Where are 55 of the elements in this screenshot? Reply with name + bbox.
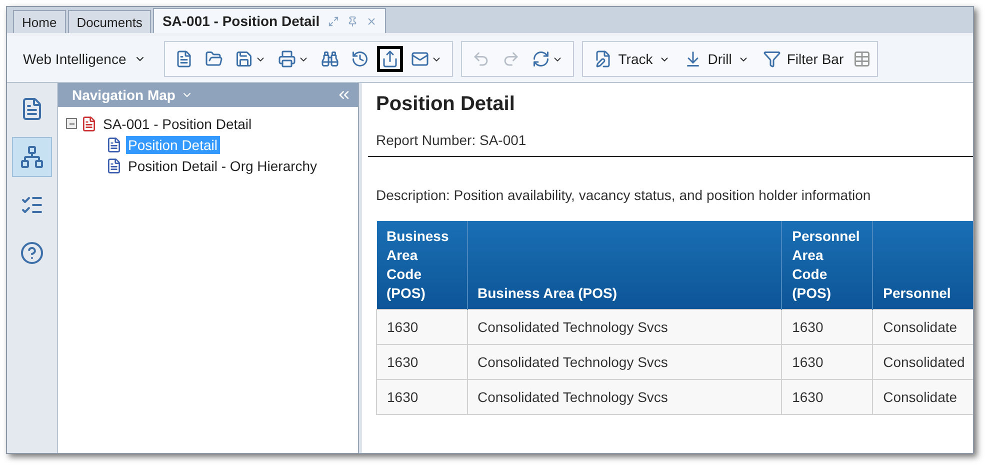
mail-icon bbox=[411, 50, 430, 68]
collapse-toggle[interactable] bbox=[66, 118, 77, 129]
toolbar-button[interactable]: Track bbox=[589, 48, 675, 70]
table-cell: 1630 bbox=[376, 344, 467, 380]
report-icon bbox=[106, 158, 122, 174]
table-cell: 1630 bbox=[782, 344, 873, 380]
column-header: Business Area Code (POS) bbox=[376, 221, 467, 310]
report-icon bbox=[106, 136, 122, 152]
document-tab[interactable]: SA-001 - Position Detail bbox=[153, 8, 386, 33]
table-cell: Consolidate bbox=[872, 379, 973, 414]
document-tab[interactable]: Documents bbox=[68, 10, 152, 33]
maximize-icon[interactable] bbox=[328, 16, 339, 26]
tree-item[interactable]: SA-001 - Position Detail bbox=[101, 114, 254, 132]
toolbar-button[interactable]: Filter Bar bbox=[758, 48, 849, 70]
report-title: Position Detail bbox=[375, 92, 516, 117]
undo-icon bbox=[472, 50, 490, 68]
table-cell: 1630 bbox=[782, 379, 873, 414]
table-cell: Consolidated Technology Svcs bbox=[467, 379, 782, 414]
table-cell: 1630 bbox=[782, 309, 873, 344]
table-cell: 1630 bbox=[376, 379, 467, 414]
help-icon bbox=[20, 241, 44, 265]
report-description: Description: Position availability, vacancy status, and position holder information bbox=[375, 186, 872, 205]
binoculars-icon bbox=[321, 50, 340, 68]
tree-item[interactable]: Position Detail - Org Hierarchy bbox=[126, 156, 320, 174]
table-cell: Consolidated bbox=[872, 344, 973, 380]
printer-icon bbox=[278, 50, 296, 68]
report-number: Report Number: SA-001 bbox=[368, 120, 973, 157]
table-cell: Consolidated Technology Svcs bbox=[467, 344, 782, 380]
table-cell: Consolidate bbox=[872, 309, 973, 344]
column-header: Personnel Area Code (POS) bbox=[782, 221, 873, 310]
export-button[interactable] bbox=[377, 46, 404, 72]
panel-title: Navigation Map bbox=[72, 87, 176, 103]
document-icon bbox=[81, 116, 97, 132]
export-icon bbox=[381, 50, 400, 68]
redo-icon bbox=[502, 50, 520, 68]
column-header: Business Area (POS) bbox=[467, 221, 782, 310]
track-icon bbox=[594, 50, 612, 68]
folder-icon bbox=[205, 50, 224, 68]
tree-icon bbox=[20, 145, 44, 169]
history-icon bbox=[351, 50, 370, 68]
table-cell: 1630 bbox=[376, 309, 467, 344]
toolbar-button[interactable]: Drill bbox=[678, 48, 754, 70]
save-icon bbox=[235, 50, 254, 68]
document-tab[interactable]: Home bbox=[13, 10, 66, 33]
pin-icon[interactable] bbox=[346, 16, 358, 26]
close-icon[interactable] bbox=[366, 16, 377, 26]
table-cell: Consolidated Technology Svcs bbox=[467, 309, 782, 344]
document-icon bbox=[20, 97, 44, 121]
new-document-icon bbox=[175, 50, 194, 68]
app-menu-button[interactable]: Web Intelligence bbox=[13, 47, 156, 71]
column-header: Personnel bbox=[872, 221, 973, 310]
table-icon[interactable] bbox=[852, 50, 871, 68]
side-tool-button[interactable] bbox=[12, 137, 52, 177]
filter-icon bbox=[762, 50, 781, 68]
refresh-icon bbox=[532, 50, 550, 68]
